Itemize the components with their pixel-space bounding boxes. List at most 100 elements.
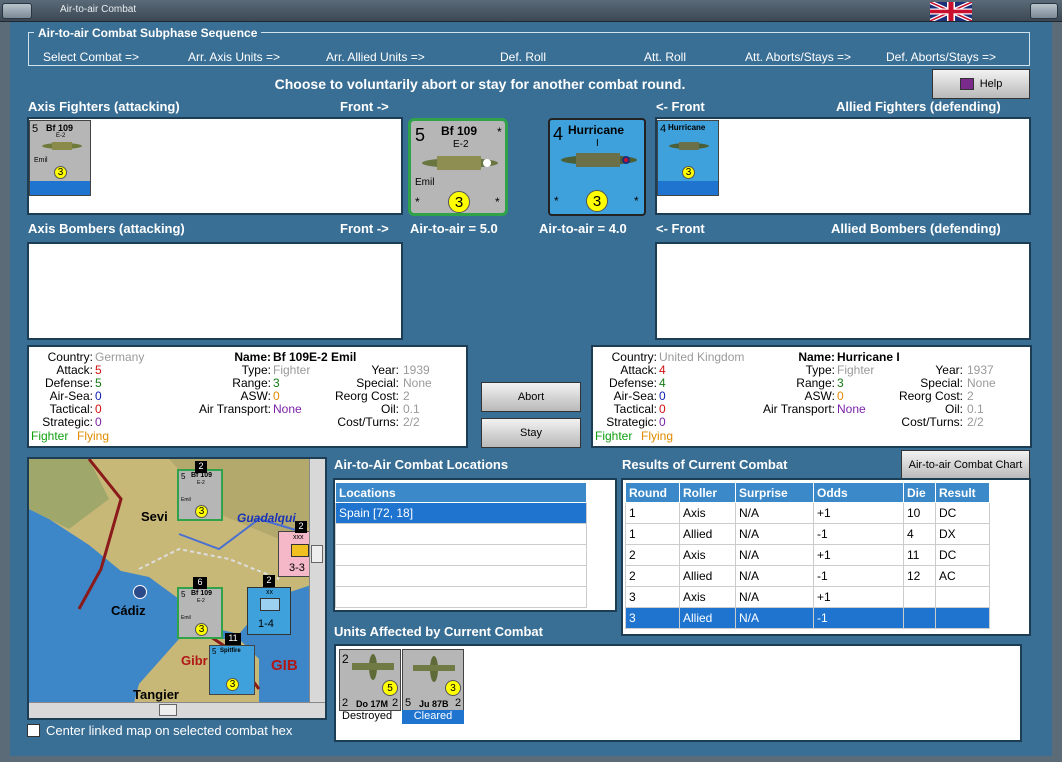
do17-status: Destroyed	[342, 710, 393, 722]
subphase-legend: Air-to-air Combat Subphase Sequence	[34, 26, 262, 40]
stay-button[interactable]: Stay	[481, 418, 581, 448]
location-row-empty	[335, 565, 587, 587]
table-row[interactable]: 3 Allied N/A -1	[625, 607, 990, 629]
ju87-bottom-right: 2	[455, 697, 462, 709]
axis-type: Fighter	[273, 363, 311, 377]
allied-oil: 0.1	[967, 402, 984, 416]
axis-range-label: Range:	[232, 376, 271, 390]
cell-die: 12	[903, 565, 936, 587]
step-att-aborts: Att. Aborts/Stays =>	[745, 50, 852, 64]
step-att-roll: Att. Roll	[644, 50, 687, 64]
small-allied-name: Hurricane	[668, 123, 706, 132]
allied-bombers-box[interactable]	[655, 242, 1031, 340]
map-stack-count-1: 2	[195, 461, 207, 473]
cell-die: 10	[903, 502, 936, 524]
map-stack-count-3: 11	[225, 633, 241, 645]
allied-country-label: Country:	[611, 350, 657, 364]
axis-bombers-label: Axis Bombers (attacking)	[28, 221, 185, 236]
map-city-tangier: Tangier	[133, 687, 179, 702]
map-city-gibraltar: Gibr	[181, 653, 208, 668]
locations-title: Air-to-Air Combat Locations	[334, 457, 509, 472]
title-bar	[0, 0, 1062, 22]
table-row[interactable]: 1 Allied N/A -1 4 DX	[625, 523, 990, 545]
axis-year-label: Year:	[371, 363, 399, 377]
allied-tactical: 0	[659, 402, 666, 416]
step-select-combat: Select Combat =>	[43, 50, 140, 64]
center-map-label: Center linked map on selected combat hex	[46, 723, 293, 738]
axis-name: Bf 109E-2 Emil	[273, 350, 357, 364]
map-counter-allied-division[interactable]: xx 1-4	[247, 587, 291, 635]
abort-button[interactable]: Abort	[481, 382, 581, 412]
locations-list[interactable]: Locations Spain [72, 18]	[333, 478, 617, 612]
axis-bombers-box[interactable]	[27, 242, 403, 340]
system-menu-button[interactable]	[2, 3, 32, 19]
col-roller: Roller	[679, 482, 736, 503]
map-vertical-scrollbar[interactable]	[309, 459, 325, 702]
col-round: Round	[625, 482, 680, 503]
cell-surprise: N/A	[735, 607, 814, 629]
map-c2-attack: 5	[181, 590, 186, 599]
allied-reorg-label: Reorg Cost:	[898, 389, 963, 403]
axis-strategic: 0	[95, 415, 102, 429]
cell-odds: -1	[813, 565, 904, 587]
center-map-checkbox[interactable]	[27, 724, 40, 737]
step-def-aborts: Def. Aborts/Stays =>	[886, 50, 997, 64]
axis-special-label: Special:	[356, 376, 399, 390]
allied-oil-label: Oil:	[945, 402, 963, 416]
map-city-cadiz: Cádiz	[111, 603, 146, 618]
mini-map[interactable]: Sevi Guadalqui Cádiz Gibr GIB Tangier 5 …	[27, 457, 327, 720]
counter-nick: Emil	[34, 157, 48, 164]
results-title: Results of Current Combat	[622, 457, 788, 472]
location-row-empty	[335, 523, 587, 545]
location-row-spain[interactable]: Spain [72, 18]	[335, 502, 587, 524]
axis-attack-label: Attack:	[56, 363, 93, 377]
map-c2-name: Bf 109	[191, 590, 213, 597]
table-row[interactable]: 2 Allied N/A -1 12 AC	[625, 565, 990, 587]
map-counter-bf109-2[interactable]: 5 Bf 109 E-2 Emil 3	[177, 587, 223, 639]
axis-country-label: Country:	[47, 350, 93, 364]
table-row[interactable]: 1 Axis N/A +1 10 DC	[625, 502, 990, 524]
axis-asw: 0	[273, 389, 280, 403]
cell-roller: Allied	[679, 607, 736, 629]
map-vscroll-thumb[interactable]	[311, 545, 323, 563]
axis-airsea: 0	[95, 389, 102, 403]
map-city-sevilla: Sevi	[141, 509, 168, 524]
axis-oil: 0.1	[403, 402, 420, 416]
allied-range: 3	[837, 376, 844, 390]
axis-front-counter[interactable]: 5 Bf 109 * E-2 Emil * 3 *	[408, 118, 508, 216]
do17-bottom-right: 2	[392, 697, 399, 709]
map-horizontal-scrollbar[interactable]	[29, 702, 325, 718]
allied-airtransport-label: Air Transport:	[762, 402, 835, 416]
affected-unit-do17[interactable]: 2 5 2 Do 17M 2	[339, 649, 401, 711]
map-stack-count-2: 6	[193, 577, 207, 589]
cell-die	[903, 586, 936, 608]
cell-odds: -1	[813, 523, 904, 545]
cell-result	[935, 586, 990, 608]
window-close-button[interactable]	[1030, 3, 1058, 19]
cell-odds: -1	[813, 607, 904, 629]
do17-name: Do 17M	[356, 699, 389, 709]
map-counter-spitfire[interactable]: 5 Spitfire 3	[209, 645, 255, 695]
hurricane-plane-icon	[561, 153, 637, 167]
table-row[interactable]: 3 Axis N/A +1	[625, 586, 990, 608]
combat-chart-button[interactable]: Air-to-air Combat Chart	[901, 450, 1030, 480]
cell-surprise: N/A	[735, 586, 814, 608]
uk-flag-icon	[930, 2, 972, 21]
cell-result: DC	[935, 502, 990, 524]
step-arr-allied: Arr. Allied Units =>	[326, 50, 425, 64]
allied-fighter-counter-small[interactable]: 4 Hurricane 3	[657, 120, 719, 196]
axis-airsea-label: Air-Sea:	[49, 389, 93, 403]
small-allied-attack: 4	[660, 123, 667, 135]
allied-front-counter[interactable]: 4 Hurricane I * 3 *	[548, 118, 646, 216]
help-button[interactable]: Help	[932, 69, 1030, 99]
axis-costturns: 2/2	[403, 415, 420, 429]
locations-header: Locations	[335, 482, 587, 503]
table-row[interactable]: 2 Axis N/A +1 11 DC	[625, 544, 990, 566]
axis-fighter-counter-small[interactable]: 5 Bf 109 E-2 Emil 3	[29, 120, 91, 196]
allied-reorg: 2	[967, 389, 974, 403]
map-counter-bf109-1[interactable]: 5 Bf 109 E-2 Emil 3	[177, 469, 223, 521]
allied-role: Fighter	[595, 429, 633, 443]
affected-unit-ju87[interactable]: 3 5 Ju 87B 2	[402, 649, 464, 711]
col-surprise: Surprise	[735, 482, 814, 503]
map-hscroll-thumb[interactable]	[159, 704, 177, 716]
